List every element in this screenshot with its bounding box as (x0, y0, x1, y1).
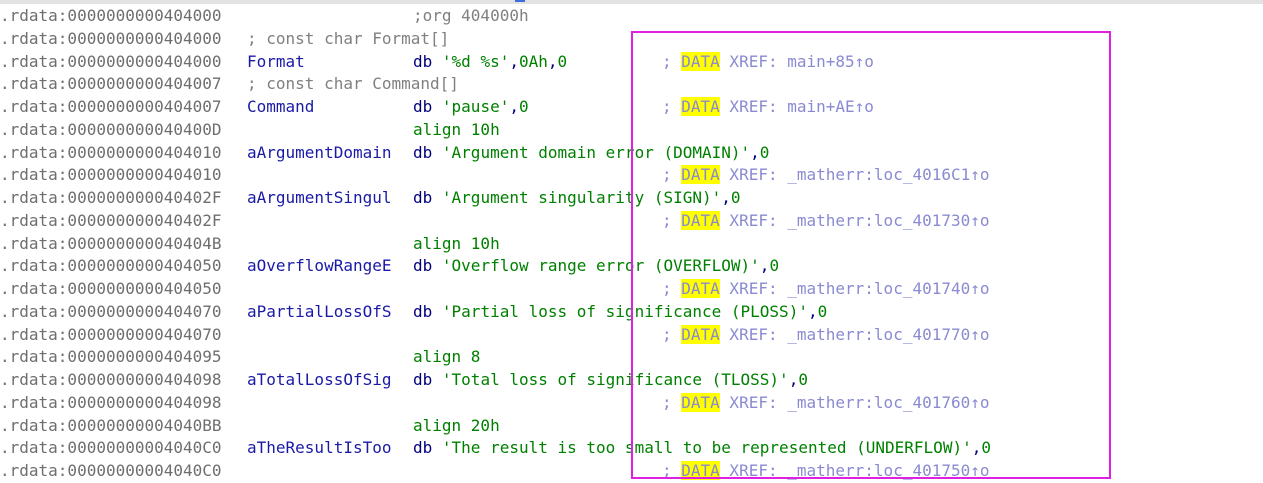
line-address[interactable]: .rdata:0000000000404007 (0, 73, 222, 96)
line-label[interactable]: Format (247, 51, 305, 74)
line-address[interactable]: .rdata:0000000000404098 (0, 369, 222, 392)
line-label[interactable]: aTotalLossOfSig (247, 369, 392, 392)
line-address[interactable]: .rdata:00000000004040C0 (0, 437, 222, 460)
line-label[interactable]: aArgumentDomain (247, 142, 392, 165)
line-label[interactable]: aArgumentSingul (247, 187, 392, 210)
scroll-position-marker (515, 0, 525, 2)
line-address[interactable]: .rdata:000000000040404B (0, 233, 222, 256)
line-instruction[interactable]: align 20h (413, 415, 500, 438)
line-address[interactable]: .rdata:0000000000404007 (0, 96, 222, 119)
line-type-comment: ; const char Command[] (247, 74, 459, 94)
line-instruction[interactable]: align 10h (413, 119, 500, 142)
line-label[interactable]: aTheResultIsToo (247, 437, 392, 460)
line-address[interactable]: .rdata:0000000000404000 (0, 28, 222, 51)
line-instruction[interactable]: align 8 (413, 346, 480, 369)
line-address[interactable]: .rdata:0000000000404000 (0, 51, 222, 74)
line-address[interactable]: .rdata:0000000000404070 (0, 301, 222, 324)
line-address[interactable]: .rdata:000000000040402F (0, 187, 222, 210)
line-address[interactable]: .rdata:0000000000404010 (0, 164, 222, 187)
line-address[interactable]: .rdata:0000000000404050 (0, 255, 222, 278)
line-address[interactable]: .rdata:0000000000404070 (0, 324, 222, 347)
line-address[interactable]: .rdata:00000000004040C0 (0, 460, 222, 483)
line-address[interactable]: .rdata:000000000040402F (0, 210, 222, 233)
line-address[interactable]: .rdata:0000000000404098 (0, 392, 222, 415)
selection-frame (631, 31, 1111, 479)
line-label[interactable]: aOverflowRangeE (247, 255, 392, 278)
line-instruction[interactable]: ;org 404000h (413, 5, 529, 28)
view-top-border (0, 0, 1263, 4)
line-address[interactable]: .rdata:0000000000404000 (0, 5, 222, 28)
line-instruction[interactable]: db '%d %s',0Ah,0 (413, 51, 567, 74)
line-label[interactable]: Command (247, 96, 314, 119)
line-address[interactable]: .rdata:0000000000404050 (0, 278, 222, 301)
line-type-comment: ; const char Format[] (247, 28, 450, 48)
line-instruction[interactable]: align 10h (413, 233, 500, 256)
line-label[interactable]: aPartialLossOfS (247, 301, 392, 324)
line-address[interactable]: .rdata:0000000000404010 (0, 142, 222, 165)
line-address[interactable]: .rdata:000000000040400D (0, 119, 222, 142)
line-address[interactable]: .rdata:00000000004040BB (0, 415, 222, 438)
line-address[interactable]: .rdata:0000000000404095 (0, 346, 222, 369)
line-instruction[interactable]: db 'pause',0 (413, 96, 529, 119)
